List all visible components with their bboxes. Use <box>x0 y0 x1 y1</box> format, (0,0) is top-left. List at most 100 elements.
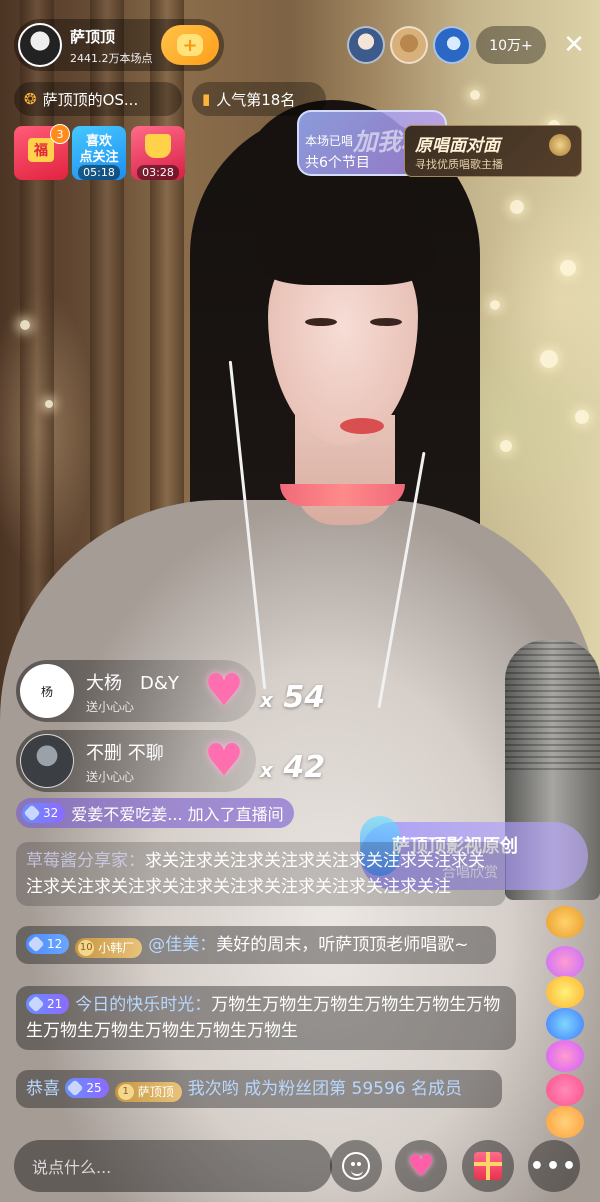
gift-box-icon <box>474 1152 502 1180</box>
comment-input[interactable]: 说点什么... <box>14 1140 332 1192</box>
gem-icon <box>23 804 41 822</box>
fan-club-name: 萨顶顶 <box>137 1085 174 1099</box>
user-level-badge: 12 <box>26 934 70 954</box>
bokeh-light <box>575 410 589 424</box>
gift-combo-count: x 42 <box>260 750 326 785</box>
heart-gift-icon: ♥ <box>204 665 244 716</box>
sticker-icon <box>546 1040 584 1072</box>
sticker-icon <box>546 1106 584 1138</box>
chat-username[interactable]: 今日的快乐时光： <box>75 995 211 1015</box>
join-notification: 32 爱姜不爱吃姜... 加入了直播间 <box>16 798 294 828</box>
gifter-name: 不删 不聊 <box>86 743 164 764</box>
bokeh-light <box>490 300 500 310</box>
viewer-avatar[interactable] <box>390 26 428 64</box>
heart-sticker-icon <box>546 1074 584 1106</box>
bar-chart-icon: ▮ <box>202 90 211 108</box>
chat-username[interactable]: 草莓酱分享家： <box>26 851 145 871</box>
follow-button[interactable]: + <box>161 25 219 65</box>
gifter-avatar[interactable] <box>20 734 74 788</box>
bokeh-light <box>510 200 524 214</box>
singer-eye <box>370 318 402 326</box>
duet-title: 原唱面对面 <box>415 136 500 156</box>
close-icon[interactable]: ✕ <box>560 26 588 64</box>
bokeh-light <box>20 320 30 330</box>
fan-club-pill[interactable]: ❂ 萨顶顶的OS... <box>14 82 182 116</box>
user-level-badge: 21 <box>26 994 70 1014</box>
follow-task-timer: 05:18 <box>78 165 120 180</box>
chat-message[interactable]: 12 10 小韩厂 @佳美：美好的周末，听萨顶顶老师唱歌~ <box>16 926 496 964</box>
song-card-line1: 本场已唱 <box>305 134 354 148</box>
gifter-avatar[interactable]: 杨 <box>20 664 74 718</box>
microphone-grill <box>505 640 600 770</box>
follow-task-tile[interactable]: 喜欢 点关注 05:18 <box>72 126 126 180</box>
congrats-prefix: 恭喜 <box>26 1079 60 1099</box>
heart-gift-icon: ♥ <box>204 735 244 786</box>
gift-combo-number: 42 <box>283 750 326 785</box>
user-level-number: 21 <box>47 997 63 1011</box>
host-name: 萨顶顶 <box>70 28 116 46</box>
heart-icon: ♥ <box>407 1148 435 1184</box>
user-level-number: 32 <box>43 806 59 820</box>
chat-message[interactable]: 21 今日的快乐时光：万物生万物生万物生万物生万物生万物生万物生万物生万物生万物生… <box>16 986 516 1050</box>
singer-lips <box>340 418 384 434</box>
gift-button[interactable] <box>462 1140 514 1192</box>
chat-text: 美好的周末，听萨顶顶老师唱歌~ <box>216 935 469 955</box>
popularity-label: 人气第18名 <box>216 90 296 109</box>
gem-icon <box>66 1079 84 1097</box>
viewer-avatar[interactable] <box>433 26 471 64</box>
gift-bag-icon <box>145 134 171 158</box>
bokeh-light <box>500 440 512 452</box>
microphone-icon <box>549 134 571 156</box>
song-card-line2: 共6个节目 <box>305 155 370 171</box>
fan-club-badge: 1 萨顶顶 <box>114 1082 182 1102</box>
user-level-badge: 32 <box>22 803 66 823</box>
gift-combo-number: 54 <box>283 680 326 715</box>
envelope-icon: 福 <box>28 138 54 162</box>
singer-fringe <box>255 205 435 285</box>
smile-icon <box>342 1152 370 1180</box>
gift-notification: 不删 不聊 送小心心 ♥ <box>16 730 256 792</box>
bokeh-light <box>470 90 480 100</box>
flame-icon: ❂ <box>24 90 37 108</box>
fan-club-label: 萨顶顶的OS... <box>42 90 139 109</box>
follow-task-line2: 点关注 <box>79 150 119 165</box>
gift-combo-count: x 54 <box>260 680 326 715</box>
chat-username[interactable]: 我次哟 <box>188 1079 239 1099</box>
more-dots-icon: ••• <box>529 1153 579 1179</box>
user-level-number: 25 <box>86 1081 102 1095</box>
bokeh-light <box>560 260 576 276</box>
duet-subtitle: 寻找优质唱歌主播 <box>415 158 503 171</box>
fan-club-badge: 10 小韩厂 <box>75 938 143 958</box>
duet-promo-card[interactable]: 原唱面对面 寻找优质唱歌主播 <box>404 125 582 177</box>
fan-club-name: 小韩厂 <box>98 941 135 955</box>
viewer-count[interactable]: 10万+ <box>476 26 546 64</box>
chat-message[interactable]: 恭喜 25 1 萨顶顶 我次哟 成为粉丝团第 59596 名成员 <box>16 1070 502 1108</box>
singer-choker <box>280 484 405 506</box>
bokeh-light <box>540 350 558 368</box>
emoji-button[interactable] <box>330 1140 382 1192</box>
gifter-name: 大杨 D&Y <box>86 673 179 694</box>
fan-level-number: 10 <box>78 940 95 956</box>
viewer-avatar[interactable] <box>347 26 385 64</box>
sticker-icon <box>546 976 584 1008</box>
gift-notification: 杨 大杨 D&Y 送小心心 ♥ <box>16 660 256 722</box>
gift-bag-tile[interactable]: 03:28 <box>131 126 185 180</box>
chat-message[interactable]: 草莓酱分享家：求关注求关注求关注求关注求关注求关注求关注求关注求关注求关注求关注… <box>16 842 506 906</box>
host-stats: 2441.2万本场点 <box>70 52 153 65</box>
gem-icon <box>27 995 45 1013</box>
planet-sticker-icon <box>546 906 584 938</box>
gift-bag-timer: 03:28 <box>137 165 179 180</box>
more-button[interactable]: ••• <box>528 1140 580 1192</box>
singer-eye <box>305 318 337 326</box>
user-level-badge: 25 <box>65 1078 109 1098</box>
gift-description: 送小心心 <box>86 770 135 784</box>
host-info-pill[interactable]: 萨顶顶 2441.2万本场点 + <box>14 19 224 71</box>
like-button[interactable]: ♥ <box>395 1140 447 1192</box>
join-text: 爱姜不爱吃姜... 加入了直播间 <box>71 805 284 824</box>
fan-level-number: 1 <box>117 1084 134 1100</box>
user-level-number: 12 <box>47 937 63 951</box>
chat-username[interactable]: @佳美： <box>148 935 216 955</box>
host-avatar[interactable] <box>18 23 62 67</box>
lightning-sticker-icon <box>546 1008 584 1040</box>
sticker-icon <box>546 946 584 978</box>
